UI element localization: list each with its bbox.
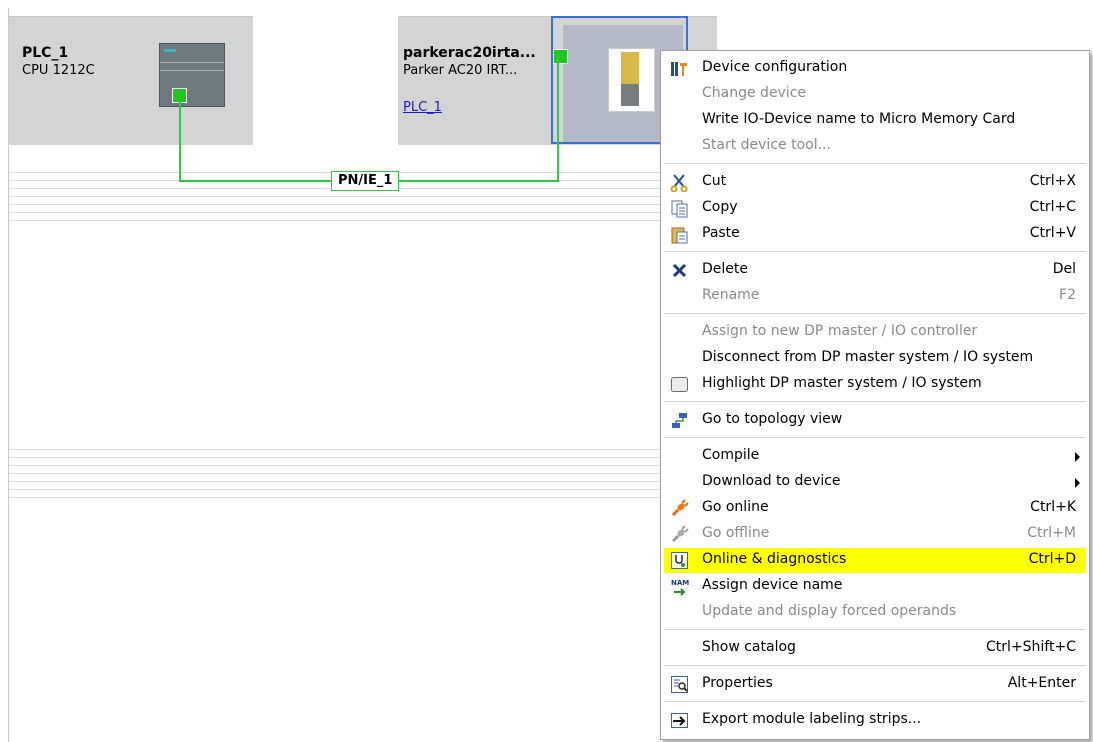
drive-type: Parker AC20 IRT... [403,63,518,78]
subnet-label[interactable]: PN/IE_1 [331,171,400,191]
menu-separator [664,163,1086,164]
scissors-icon [670,173,689,193]
copy-icon [670,199,689,218]
menu-item-copy[interactable]: Copy Ctrl+C [664,196,1086,221]
paste-icon [670,225,689,244]
export-arrow-icon [670,711,689,730]
delete-x-icon [670,261,689,280]
menu-item-compile[interactable]: Compile [664,444,1086,469]
menu-item-download[interactable]: Download to device [664,470,1086,495]
rail-line [9,465,669,466]
drive-controller-link[interactable]: PLC_1 [403,100,442,115]
rail-line [9,204,669,205]
menu-separator [664,251,1086,252]
plc-name: PLC_1 [22,45,69,61]
menu-item-device-configuration[interactable]: Device configuration [664,56,1086,81]
drive-name: parkerac20irta... [403,45,536,61]
menu-item-cut[interactable]: Cut Ctrl+X [664,170,1086,195]
menu-item-assign-device-name[interactable]: NAME Assign device name [664,574,1086,599]
plc-type: CPU 1212C [22,63,95,78]
topology-icon [670,411,689,430]
menu-item-go-offline[interactable]: Go offline Ctrl+M [664,522,1086,547]
rail-line [9,212,669,213]
menu-item-properties[interactable]: Properties Alt+Enter [664,672,1086,697]
plc-module-image [159,43,225,107]
context-menu: Device configuration Change device Write… [660,50,1090,740]
menu-item-show-catalog[interactable]: Show catalog Ctrl+Shift+C [664,636,1086,661]
menu-item-topology-view[interactable]: Go to topology view [664,408,1086,433]
menu-item-online-diagnostics[interactable]: Online & diagnostics Ctrl+D [664,548,1086,573]
drive-network-drop [557,54,559,182]
menu-item-start-device-tool[interactable]: Start device tool... [664,134,1086,159]
plc-device-box[interactable]: PLC_1 CPU 1212C [9,16,253,145]
menu-item-assign-new-master[interactable]: Assign to new DP master / IO controller [664,320,1086,345]
properties-icon [670,675,689,694]
go-online-icon [670,499,689,518]
menu-item-change-device[interactable]: Change device [664,82,1086,107]
menu-separator [664,701,1086,702]
rail-line [9,196,669,197]
rail-line [9,497,669,498]
plc-network-drop [179,102,181,182]
diagnostics-icon [670,551,689,570]
menu-separator [664,629,1086,630]
rail-line [9,220,669,221]
rail-line [9,481,669,482]
submenu-arrow-icon [1075,478,1080,488]
menu-item-go-online[interactable]: Go online Ctrl+K [664,496,1086,521]
rail-line [9,457,669,458]
rail-line [9,489,669,490]
checkbox-icon[interactable] [670,375,689,394]
menu-separator [664,437,1086,438]
menu-item-highlight-master[interactable]: Highlight DP master system / IO system [664,372,1086,397]
menu-separator [664,401,1086,402]
device-config-icon [670,59,689,78]
go-offline-icon [670,525,689,544]
menu-separator [664,313,1086,314]
submenu-arrow-icon [1075,452,1080,462]
menu-item-export-strips[interactable]: Export module labeling strips... [664,708,1086,733]
rail-line [9,449,669,450]
plc-profinet-port[interactable] [172,88,187,103]
rail-line [9,473,669,474]
menu-item-paste[interactable]: Paste Ctrl+V [664,222,1086,247]
menu-item-delete[interactable]: Delete Del [664,258,1086,283]
menu-item-rename[interactable]: Rename F2 [664,284,1086,309]
menu-separator [664,665,1086,666]
menu-item-write-io-device-name[interactable]: Write IO-Device name to Micro Memory Car… [664,108,1086,133]
menu-item-update-forced[interactable]: Update and display forced operands [664,600,1086,625]
menu-item-disconnect-master[interactable]: Disconnect from DP master system / IO sy… [664,346,1086,371]
svg-text:NAME: NAME [671,579,689,587]
name-assign-icon: NAME [670,577,694,596]
